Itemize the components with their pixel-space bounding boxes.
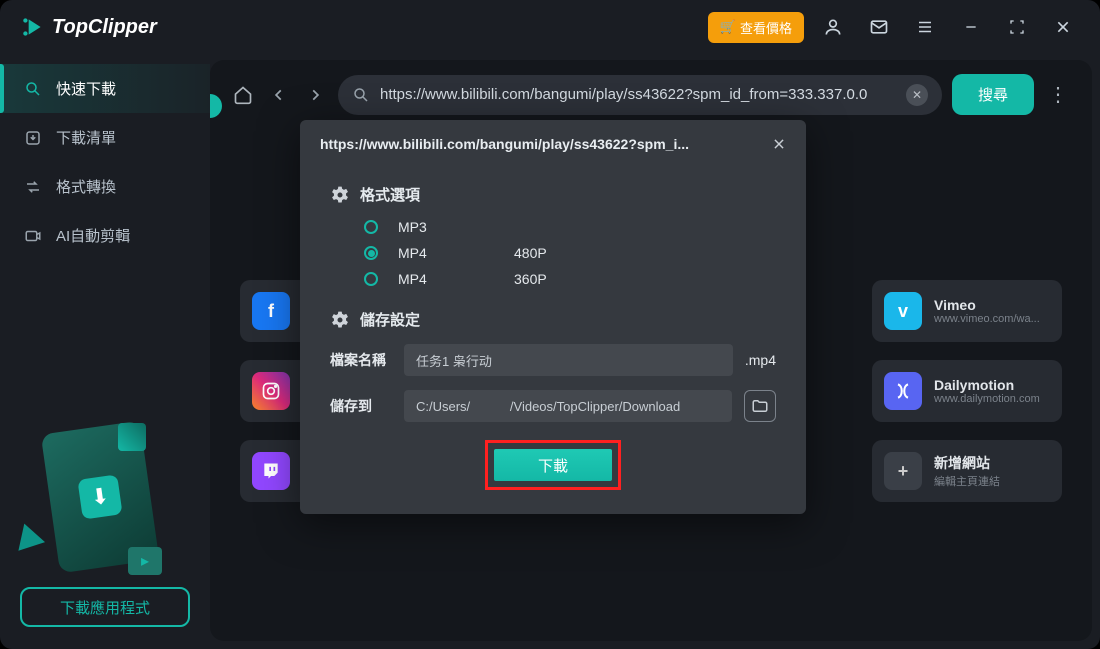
back-icon[interactable]: [266, 82, 292, 108]
format-label: MP4: [398, 245, 458, 261]
cart-icon: 🛒: [720, 19, 736, 35]
search-icon: [24, 80, 42, 98]
url-bar: ✕: [338, 75, 942, 115]
filename-extension: .mp4: [745, 352, 776, 368]
price-button-label: 查看價格: [740, 18, 792, 37]
radio-icon: [364, 246, 378, 260]
menu-icon[interactable]: [908, 10, 942, 44]
search-icon: [352, 86, 370, 104]
dailymotion-icon: [884, 372, 922, 410]
view-price-button[interactable]: 🛒 查看價格: [708, 12, 804, 43]
browse-folder-button[interactable]: [744, 390, 776, 422]
sidebar-item-download-list[interactable]: 下載清單: [0, 113, 210, 162]
sidebar: 快速下載 下載清單 格式轉換 AI自動剪輯 ⬇ ▸ 下載應用程式: [0, 54, 210, 649]
modal-header: https://www.bilibili.com/bangumi/play/ss…: [300, 120, 806, 168]
radio-icon: [364, 272, 378, 286]
format-option-mp3[interactable]: MP3: [364, 219, 776, 235]
close-icon[interactable]: [1046, 10, 1080, 44]
modal-url-text: https://www.bilibili.com/bangumi/play/ss…: [320, 136, 689, 152]
sidebar-item-label: 下載清單: [56, 127, 116, 148]
maximize-icon[interactable]: [1000, 10, 1034, 44]
site-card-vimeo[interactable]: v Vimeo www.vimeo.com/wa...: [872, 280, 1062, 342]
download-app-button[interactable]: 下載應用程式: [20, 587, 190, 627]
logo-icon: [20, 14, 46, 40]
clear-url-icon[interactable]: ✕: [906, 84, 928, 106]
format-resolution: 480P: [514, 245, 547, 261]
format-section-header: 格式選項: [330, 184, 776, 205]
download-list-icon: [24, 129, 42, 147]
site-card-dailymotion[interactable]: Dailymotion www.dailymotion.com: [872, 360, 1062, 422]
mail-icon[interactable]: [862, 10, 896, 44]
twitch-icon: [252, 452, 290, 490]
plus-icon: +: [884, 452, 922, 490]
sidebar-item-label: 快速下載: [56, 78, 116, 99]
filename-label: 檔案名稱: [330, 350, 392, 370]
ai-clip-icon: [24, 227, 42, 245]
sidebar-item-format-convert[interactable]: 格式轉換: [0, 162, 210, 211]
gear-icon: [330, 310, 350, 330]
site-url: 編輯主頁連結: [934, 473, 1000, 489]
facebook-icon: f: [252, 292, 290, 330]
logo-text: TopClipper: [52, 16, 157, 39]
sidebar-item-ai-clip[interactable]: AI自動剪輯: [0, 211, 210, 260]
format-options: MP3 MP4 480P MP4 360P: [330, 219, 776, 287]
save-section-title: 儲存設定: [360, 309, 420, 330]
collapse-sidebar-icon[interactable]: [210, 97, 211, 107]
sidebar-item-quick-download[interactable]: 快速下載: [0, 64, 210, 113]
filename-row: 檔案名稱 .mp4: [330, 344, 776, 376]
format-option-mp4-480[interactable]: MP4 480P: [364, 245, 776, 261]
site-card-add[interactable]: + 新增網站 編輯主頁連結: [872, 440, 1062, 502]
convert-icon: [24, 178, 42, 196]
site-url: www.vimeo.com/wa...: [934, 313, 1040, 325]
site-name: 新增網站: [934, 453, 1000, 473]
minimize-icon[interactable]: [954, 10, 988, 44]
promo-illustration: ⬇ ▸: [0, 407, 210, 587]
site-name: Dailymotion: [934, 377, 1040, 393]
browser-bar: ✕ 搜尋 ⋮: [210, 60, 1092, 129]
url-input[interactable]: [380, 86, 896, 103]
format-label: MP4: [398, 271, 458, 287]
kebab-menu-icon[interactable]: ⋮: [1044, 82, 1072, 107]
format-section-title: 格式選項: [360, 184, 420, 205]
app-window: TopClipper 🛒 查看價格: [0, 0, 1100, 649]
format-label: MP3: [398, 219, 458, 235]
home-icon[interactable]: [230, 82, 256, 108]
sidebar-item-label: 格式轉換: [56, 176, 116, 197]
format-resolution: 360P: [514, 271, 547, 287]
download-modal: https://www.bilibili.com/bangumi/play/ss…: [300, 120, 806, 514]
site-name: Vimeo: [934, 297, 1040, 313]
download-highlight-box: 下載: [485, 440, 621, 490]
modal-close-icon[interactable]: [772, 137, 786, 151]
format-option-mp4-360[interactable]: MP4 360P: [364, 271, 776, 287]
forward-icon[interactable]: [302, 82, 328, 108]
instagram-icon: [252, 372, 290, 410]
titlebar: TopClipper 🛒 查看價格: [0, 0, 1100, 54]
saveto-row: 儲存到: [330, 390, 776, 422]
sidebar-item-label: AI自動剪輯: [56, 225, 130, 246]
site-url: www.dailymotion.com: [934, 393, 1040, 405]
radio-icon: [364, 220, 378, 234]
save-section-header: 儲存設定: [330, 309, 776, 330]
search-button[interactable]: 搜尋: [952, 74, 1034, 115]
filename-input[interactable]: [404, 344, 733, 376]
download-button[interactable]: 下載: [494, 449, 612, 481]
app-logo: TopClipper: [20, 14, 157, 40]
saveto-label: 儲存到: [330, 396, 392, 416]
gear-icon: [330, 185, 350, 205]
vimeo-icon: v: [884, 292, 922, 330]
account-icon[interactable]: [816, 10, 850, 44]
saveto-input[interactable]: [404, 390, 732, 422]
